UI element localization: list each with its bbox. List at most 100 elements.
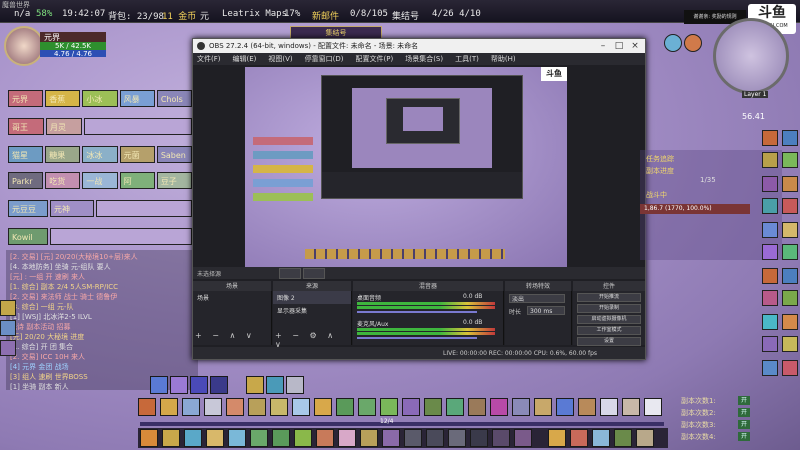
scene-list-controls[interactable]: + − ∧ ∨	[195, 331, 256, 340]
spell-icon[interactable]	[266, 376, 284, 394]
raid-member[interactable]: 小冰	[82, 90, 118, 107]
spell-icon[interactable]	[336, 398, 354, 416]
source-item[interactable]: 图像 2	[273, 291, 351, 304]
volume-slider[interactable]	[357, 311, 477, 313]
buff-icon[interactable]	[782, 244, 798, 260]
raid-member[interactable]: 糖果	[45, 146, 81, 163]
bag-count[interactable]: 背包: 23/98	[108, 9, 164, 22]
spell-icon[interactable]	[292, 398, 310, 416]
spell-icon[interactable]	[644, 398, 662, 416]
menu-view[interactable]: 视图(V)	[268, 53, 292, 65]
spell-icon[interactable]	[316, 429, 334, 447]
menu-edit[interactable]: 编辑(E)	[233, 53, 257, 65]
dungeon-toggle-button[interactable]: 开	[738, 420, 750, 429]
spell-icon[interactable]	[402, 398, 420, 416]
raid-member[interactable]: 风暴	[119, 90, 155, 107]
raid-member[interactable]: 一战	[82, 172, 118, 189]
chat-voice-icon[interactable]	[0, 340, 16, 356]
duration-input[interactable]: 300 ms	[527, 306, 565, 315]
source-item[interactable]: 显示器采集	[273, 304, 351, 317]
spell-icon[interactable]	[206, 429, 224, 447]
spell-icon[interactable]	[228, 429, 246, 447]
spell-icon[interactable]	[338, 429, 356, 447]
buff-icon[interactable]	[782, 198, 798, 214]
spell-icon[interactable]	[210, 376, 228, 394]
spell-icon[interactable]	[448, 429, 466, 447]
spell-icon[interactable]	[512, 398, 530, 416]
spell-icon[interactable]	[358, 398, 376, 416]
buff-icon[interactable]	[762, 244, 778, 260]
spell-icon[interactable]	[446, 398, 464, 416]
spell-icon[interactable]	[162, 429, 180, 447]
spell-icon[interactable]	[150, 376, 168, 394]
maximize-button[interactable]: □	[611, 39, 627, 53]
spell-icon[interactable]	[556, 398, 574, 416]
volume-slider[interactable]	[357, 337, 477, 339]
raid-member[interactable]: 元界	[8, 90, 44, 107]
spell-icon[interactable]	[190, 376, 208, 394]
spell-icon[interactable]	[246, 376, 264, 394]
menu-help[interactable]: 帮助(H)	[491, 53, 516, 65]
chat-channel-icon[interactable]	[0, 320, 16, 336]
spell-icon[interactable]	[360, 429, 378, 447]
minimize-button[interactable]: –	[595, 39, 611, 53]
buff-icon[interactable]	[782, 176, 798, 192]
settings-button[interactable]: 设置	[577, 337, 641, 346]
raid-member[interactable]: 豆子	[156, 172, 193, 189]
bag-icon[interactable]	[636, 429, 654, 447]
spell-icon[interactable]	[184, 429, 202, 447]
menu-scene-collection[interactable]: 场景集合(S)	[405, 53, 443, 65]
filters-button[interactable]	[303, 268, 325, 279]
buff-icon[interactable]	[762, 198, 778, 214]
spell-icon[interactable]	[170, 376, 188, 394]
raid-member[interactable]: Saben	[156, 146, 193, 163]
spell-icon[interactable]	[470, 429, 488, 447]
buff-icon[interactable]	[782, 222, 798, 238]
studio-mode-button[interactable]: 工作室模式	[577, 326, 641, 335]
bag-icon[interactable]	[614, 429, 632, 447]
raid-member[interactable]: 香蕉	[45, 90, 81, 107]
buff-icon[interactable]	[762, 314, 778, 330]
quest-tracker[interactable]: 任务追踪 副本进度 1/35 战斗中 1,86.7 (1770, 100.0%)	[640, 150, 782, 260]
spell-icon[interactable]	[380, 398, 398, 416]
spell-icon[interactable]	[314, 398, 332, 416]
menu-profile[interactable]: 配置文件(P)	[356, 53, 394, 65]
buff-icon[interactable]	[762, 152, 778, 168]
player-portrait[interactable]	[4, 26, 44, 66]
spell-icon[interactable]	[600, 398, 618, 416]
buff-icon[interactable]	[762, 360, 778, 376]
obs-titlebar[interactable]: OBS 27.2.4 (64-bit, windows) - 配置文件: 未命名…	[193, 39, 645, 53]
spell-icon[interactable]	[248, 398, 266, 416]
buff-icon[interactable]	[782, 152, 798, 168]
spell-icon[interactable]	[424, 398, 442, 416]
spell-icon[interactable]	[182, 398, 200, 416]
raid-member[interactable]: Parkr	[8, 172, 44, 189]
chat-menu-icon[interactable]	[0, 300, 16, 316]
spell-icon[interactable]	[270, 398, 288, 416]
transition-select[interactable]: 淡出	[509, 294, 565, 303]
spell-icon[interactable]	[426, 429, 444, 447]
buff-icon[interactable]	[762, 176, 778, 192]
spell-icon[interactable]	[138, 398, 156, 416]
bag-icon[interactable]	[592, 429, 610, 447]
raid-member[interactable]: 元豆豆	[8, 200, 48, 217]
close-button[interactable]: ×	[627, 39, 643, 53]
spell-icon[interactable]	[286, 376, 304, 394]
raid-member[interactable]: 吃货	[45, 172, 81, 189]
map-addon[interactable]: Leatrix Maps	[222, 9, 287, 19]
buff-icon[interactable]	[782, 268, 798, 284]
buff-icon[interactable]	[762, 222, 778, 238]
bag-icon[interactable]	[570, 429, 588, 447]
buff-icon[interactable]	[762, 268, 778, 284]
buff-icon[interactable]	[782, 130, 798, 146]
buff-icon[interactable]	[762, 290, 778, 306]
spell-icon[interactable]	[226, 398, 244, 416]
dungeon-toggle-button[interactable]: 开	[738, 396, 750, 405]
spell-icon[interactable]	[578, 398, 596, 416]
spell-icon[interactable]	[294, 429, 312, 447]
obs-window[interactable]: OBS 27.2.4 (64-bit, windows) - 配置文件: 未命名…	[192, 38, 646, 360]
spell-icon[interactable]	[272, 429, 290, 447]
spell-icon[interactable]	[514, 429, 532, 447]
dungeon-toggle-button[interactable]: 开	[738, 432, 750, 441]
spell-icon[interactable]	[490, 398, 508, 416]
